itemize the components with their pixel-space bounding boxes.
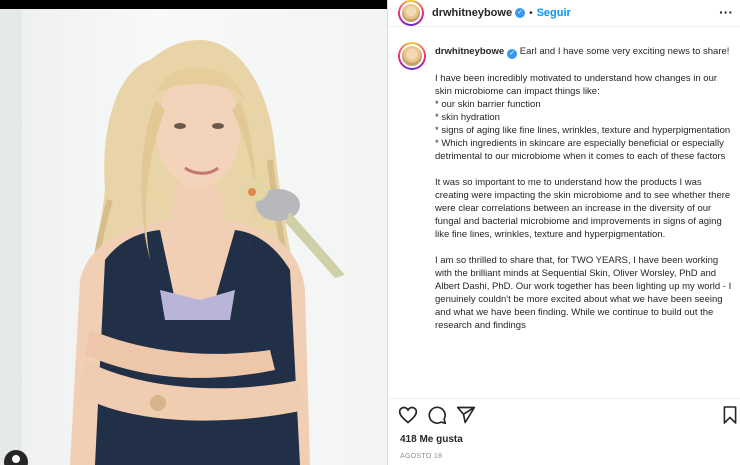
photo-illustration — [70, 40, 345, 465]
caption-username[interactable]: drwhitneybowe — [435, 46, 504, 57]
comment-icon[interactable] — [427, 405, 447, 425]
post-detail-panel: drwhitneybowe ✓ • Seguir ··· drwhitneybo… — [387, 0, 740, 465]
caption-verified-icon: ✓ — [507, 49, 518, 59]
caption-body: Earl and I have some very exciting news … — [435, 46, 732, 331]
follow-button[interactable]: Seguir — [537, 7, 571, 19]
post-header: drwhitneybowe ✓ • Seguir ··· — [388, 0, 740, 27]
heart-icon[interactable] — [398, 405, 418, 425]
more-options-icon[interactable]: ··· — [719, 4, 733, 20]
caption-avatar[interactable] — [398, 42, 426, 70]
post-actions-bar — [388, 398, 740, 428]
verified-badge-icon: ✓ — [515, 8, 526, 18]
likes-count[interactable]: 418 Me gusta — [400, 434, 463, 445]
author-username[interactable]: drwhitneybowe — [432, 7, 512, 19]
share-icon[interactable] — [456, 405, 476, 425]
post-caption: drwhitneybowe ✓ Earl and I have some very… — [388, 36, 740, 394]
bookmark-icon[interactable] — [722, 405, 738, 425]
header-separator: • — [529, 7, 533, 19]
post-date: AGOSTO 18 — [400, 453, 443, 460]
post-photo[interactable] — [0, 0, 387, 465]
caption-text: drwhitneybowe ✓ Earl and I have some very… — [435, 45, 733, 332]
author-avatar[interactable] — [398, 0, 424, 26]
